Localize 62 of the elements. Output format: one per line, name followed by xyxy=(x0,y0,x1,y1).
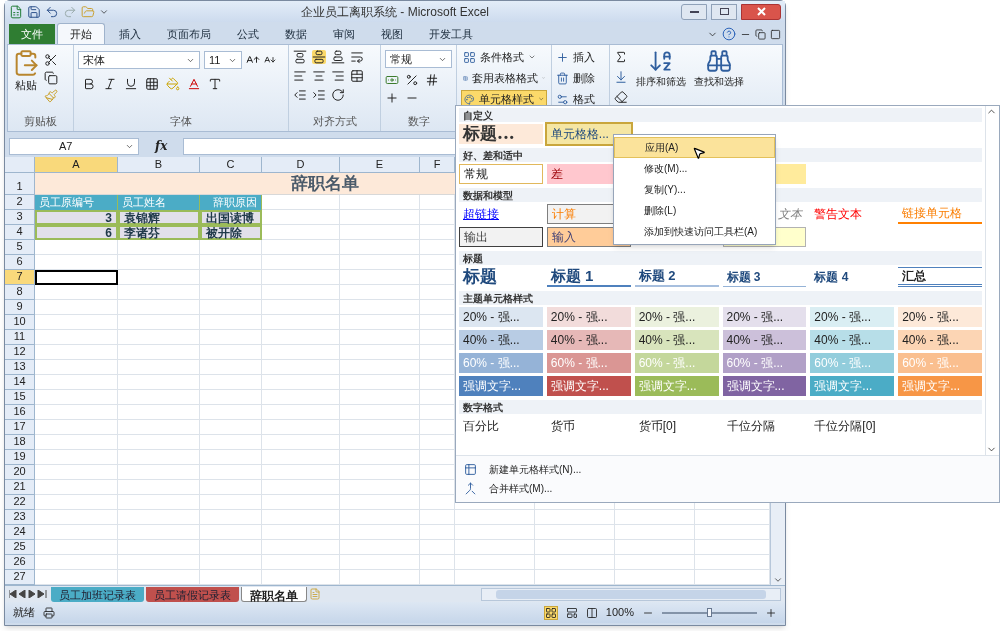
style-name: 20% - 强... xyxy=(638,309,696,326)
style-name: 60% - 强... xyxy=(902,355,959,372)
table-cell: 出国读博 xyxy=(200,210,262,225)
style-name: 计算 xyxy=(551,206,576,223)
group-label: 剪贴板 xyxy=(23,113,58,129)
style-name: 40% - 强... xyxy=(463,332,520,349)
style-name: 标题 4 xyxy=(814,269,849,286)
table-header-cell: 员工原编号 xyxy=(35,195,118,210)
table-cell: 被开除 xyxy=(200,225,262,240)
style-name: 强调文字... xyxy=(902,378,961,395)
style-name: 40% - 强... xyxy=(902,332,959,349)
style-name: 千位分隔[0] xyxy=(814,418,876,435)
style-name: 40% - 强... xyxy=(726,332,784,349)
style-name: 输出 xyxy=(464,229,488,246)
style-name: 单元格格... xyxy=(550,126,609,143)
style-name: 60% - 强... xyxy=(638,355,696,372)
section-header: 自定义 xyxy=(459,108,982,122)
style-name: 60% - 强... xyxy=(550,355,608,372)
status-text: 就绪 xyxy=(13,605,35,621)
group-label: 对齐方式 xyxy=(311,113,358,129)
style-name: 强调文字... xyxy=(814,378,873,395)
style-name: 20% - 强... xyxy=(814,309,871,326)
style-name: 60% - 强... xyxy=(463,355,520,372)
style-name: 20% - 强... xyxy=(463,309,520,326)
section-header: 数字格式 xyxy=(459,400,982,414)
style-name: 百分比 xyxy=(463,418,499,435)
window-title: 企业员工离职系统 - Microsoft Excel xyxy=(301,3,489,21)
style-name: 标题... xyxy=(463,124,515,144)
section-header: 标题 xyxy=(459,251,982,265)
group-label: 字体 xyxy=(169,113,193,129)
table-cell: 6 xyxy=(35,225,118,240)
style-name: 40% - 强... xyxy=(550,332,608,349)
style-name: 标题 3 xyxy=(726,268,761,286)
table-cell: 李诸芬 xyxy=(118,225,200,240)
table-cell: 3 xyxy=(35,210,118,225)
style-name: 汇总 xyxy=(902,268,927,284)
style-name: 40% - 强... xyxy=(814,332,871,349)
table-header-cell: 员工姓名 xyxy=(118,195,200,210)
style-name: 输入 xyxy=(551,229,576,246)
table-cell: 袁锦辉 xyxy=(118,210,200,225)
style-name: 货币[0] xyxy=(638,418,676,435)
section-header: 主题单元格样式 xyxy=(459,291,982,305)
table-header-cell: 辞职原因 xyxy=(200,195,262,210)
style-name: 标题 1 xyxy=(550,267,594,285)
style-name: 文本 xyxy=(778,206,803,223)
style-name: 强调文字... xyxy=(550,378,609,395)
style-name: 强调文字... xyxy=(726,378,785,395)
style-name: 20% - 强... xyxy=(726,309,784,326)
style-name: 20% - 强... xyxy=(902,309,959,326)
style-name: 千位分隔 xyxy=(726,418,775,435)
style-name: 链接单元格 xyxy=(902,205,963,222)
style-name: 标题 xyxy=(463,267,497,287)
style-name: 货币 xyxy=(550,418,575,435)
style-name: 20% - 强... xyxy=(550,309,608,326)
style-name: 60% - 强... xyxy=(814,355,871,372)
style-name: 强调文字... xyxy=(638,378,697,395)
style-name: 60% - 强... xyxy=(726,355,784,372)
style-name: 警告文本 xyxy=(814,206,863,223)
group-label: 数字 xyxy=(406,113,431,129)
style-name: 标题 2 xyxy=(638,267,676,285)
style-name: 40% - 强... xyxy=(638,332,696,349)
style-name: 强调文字... xyxy=(463,378,521,395)
